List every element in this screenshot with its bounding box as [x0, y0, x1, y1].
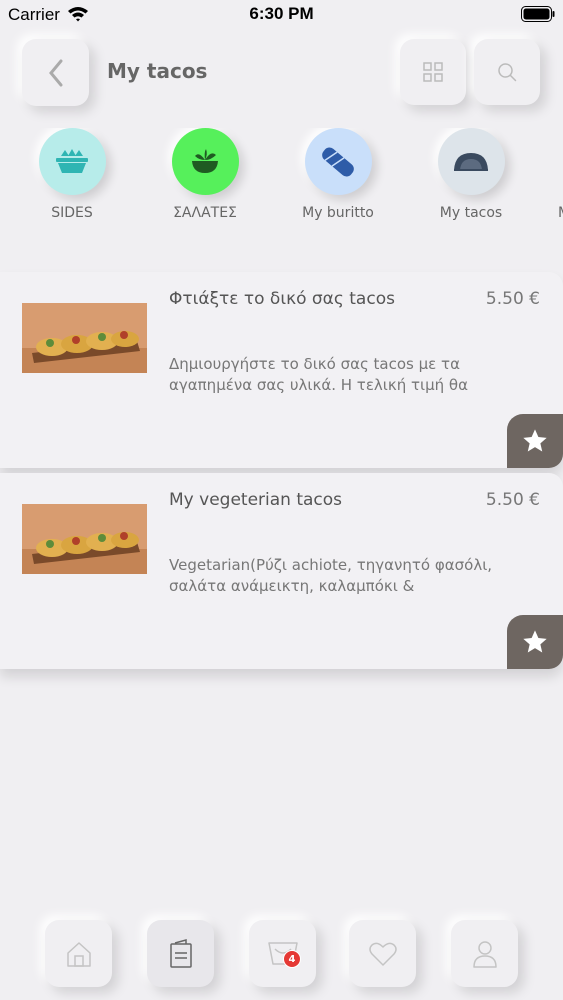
back-button[interactable] [22, 39, 89, 106]
star-icon [523, 429, 547, 452]
category-my-tacos[interactable]: My tacos [411, 128, 531, 221]
star-icon [523, 630, 547, 653]
product-price: 5.50 € [485, 289, 540, 309]
category-label: My tacos [439, 205, 503, 221]
category-icon-circle [304, 128, 372, 195]
nachos-bowl-icon [56, 148, 88, 173]
category-my-buritto[interactable]: My buritto [278, 128, 398, 221]
nav-home[interactable] [45, 920, 112, 987]
clock: 6:30 PM [249, 4, 314, 23]
category-icon-placeholder [544, 128, 563, 195]
product-price: 5.50 € [485, 490, 540, 510]
product-image [22, 303, 147, 373]
product-card[interactable]: My vegeterian tacos 5.50 € Vegetarian(Ρύ… [0, 473, 563, 669]
salad-bowl-icon [192, 148, 218, 173]
burrito-icon [322, 147, 354, 176]
page-title: My tacos [107, 59, 208, 83]
profile-icon [472, 940, 497, 968]
home-icon [66, 941, 91, 967]
grid-icon [423, 62, 443, 82]
category-more[interactable]: M [544, 128, 563, 221]
search-icon [498, 63, 517, 82]
chevron-left-icon [48, 59, 62, 86]
category-label: M [544, 205, 563, 221]
category-label: ΣΑΛΑΤΕΣ [173, 205, 237, 221]
favorite-button[interactable] [507, 615, 563, 669]
product-title: Φτιάξτε το δικό σας tacos [169, 289, 395, 309]
category-icon-circle [171, 128, 239, 195]
nav-profile[interactable] [451, 920, 518, 987]
nav-cart[interactable]: 4 [249, 920, 316, 987]
favorite-button[interactable] [507, 414, 563, 468]
category-icon-circle [38, 128, 106, 195]
grid-view-button[interactable] [400, 39, 466, 105]
bottom-nav: 4 [0, 920, 563, 990]
product-description: Δημιουργήστε το δικό σας tacos με τα αγα… [169, 355, 468, 394]
category-salads[interactable]: ΣΑΛΑΤΕΣ [145, 128, 265, 221]
nav-menu[interactable] [147, 920, 214, 987]
category-icon-circle [437, 128, 505, 195]
category-label: My buritto [302, 205, 374, 221]
category-sides[interactable]: SIDES [12, 128, 132, 221]
category-strip[interactable]: SIDES ΣΑΛΑΤΕΣ My buritto My tacos [0, 128, 563, 228]
product-image [22, 504, 147, 574]
battery-icon [521, 6, 555, 22]
product-card[interactable]: Φτιάξτε το δικό σας tacos 5.50 € Δημιουρ… [0, 272, 563, 468]
search-button[interactable] [474, 39, 540, 105]
heart-icon [368, 942, 397, 966]
status-bar: Carrier 6:30 PM [0, 0, 563, 30]
category-label: SIDES [51, 205, 93, 221]
product-description: Vegetarian(Ρύζι achiote, τηγανητό φασόλι… [169, 556, 493, 595]
taco-icon [454, 152, 488, 171]
cart-badge: 4 [283, 950, 301, 968]
product-title: My vegeterian tacos [169, 490, 343, 510]
menu-icon [169, 938, 192, 968]
nav-favorites[interactable] [349, 920, 416, 987]
